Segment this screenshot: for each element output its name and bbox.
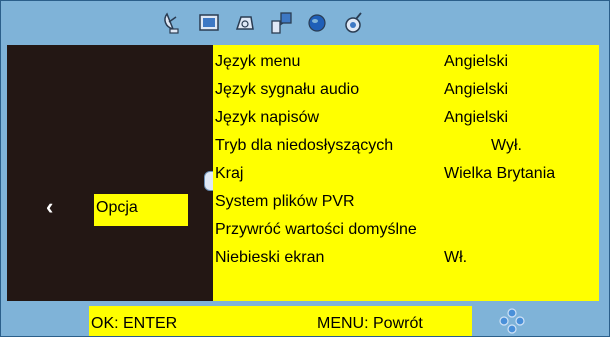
network-icon[interactable]: [269, 11, 293, 35]
left-nav-panel: ‹ Opcja: [7, 45, 213, 301]
tv-osd-window: ‹ Opcja Język menu Angielski Język sygna…: [0, 0, 610, 337]
menu-item-label: Przywróć wartości domyślne: [215, 221, 417, 238]
menu-item-value: Wył.: [491, 137, 522, 154]
section-label-text: Opcja: [96, 199, 138, 216]
menu-item-label: System plików PVR: [215, 193, 355, 210]
menu-item-value: Angielski: [444, 53, 509, 70]
screen-icon[interactable]: [197, 11, 221, 35]
menu-item-value: Wł.: [444, 249, 468, 266]
section-label-opcja[interactable]: Opcja: [94, 194, 188, 226]
options-menu: Język menu Angielski Język sygnału audio…: [213, 45, 599, 301]
menu-item-label: Niebieski ekran: [215, 249, 325, 266]
menu-item-value: Angielski: [444, 109, 509, 126]
menu-item-label: Język sygnału audio: [215, 81, 360, 98]
menu-item-value: Wielka Brytania: [444, 165, 556, 182]
top-icon-bar: [1, 1, 609, 43]
back-arrow-icon[interactable]: ‹: [46, 196, 53, 218]
menu-back-hint: MENU: Powrót: [317, 315, 423, 332]
key-hint-bar: OK: ENTER MENU: Powrót: [89, 306, 472, 336]
ok-enter-hint: OK: ENTER: [91, 315, 178, 332]
globe-icon[interactable]: [305, 11, 329, 35]
navigation-pad-icon: [499, 308, 525, 334]
speaker-icon[interactable]: [233, 11, 257, 35]
settings-icon[interactable]: [341, 11, 365, 35]
menu-item-label: Kraj: [215, 165, 244, 182]
satellite-dish-icon[interactable]: [161, 11, 185, 35]
menu-item-value: Angielski: [444, 81, 509, 98]
category-icons: [161, 10, 365, 36]
menu-item-label: Język napisów: [215, 109, 320, 126]
menu-item-label: Język menu: [215, 53, 301, 70]
menu-item-label: Tryb dla niedosłyszących: [215, 137, 394, 154]
